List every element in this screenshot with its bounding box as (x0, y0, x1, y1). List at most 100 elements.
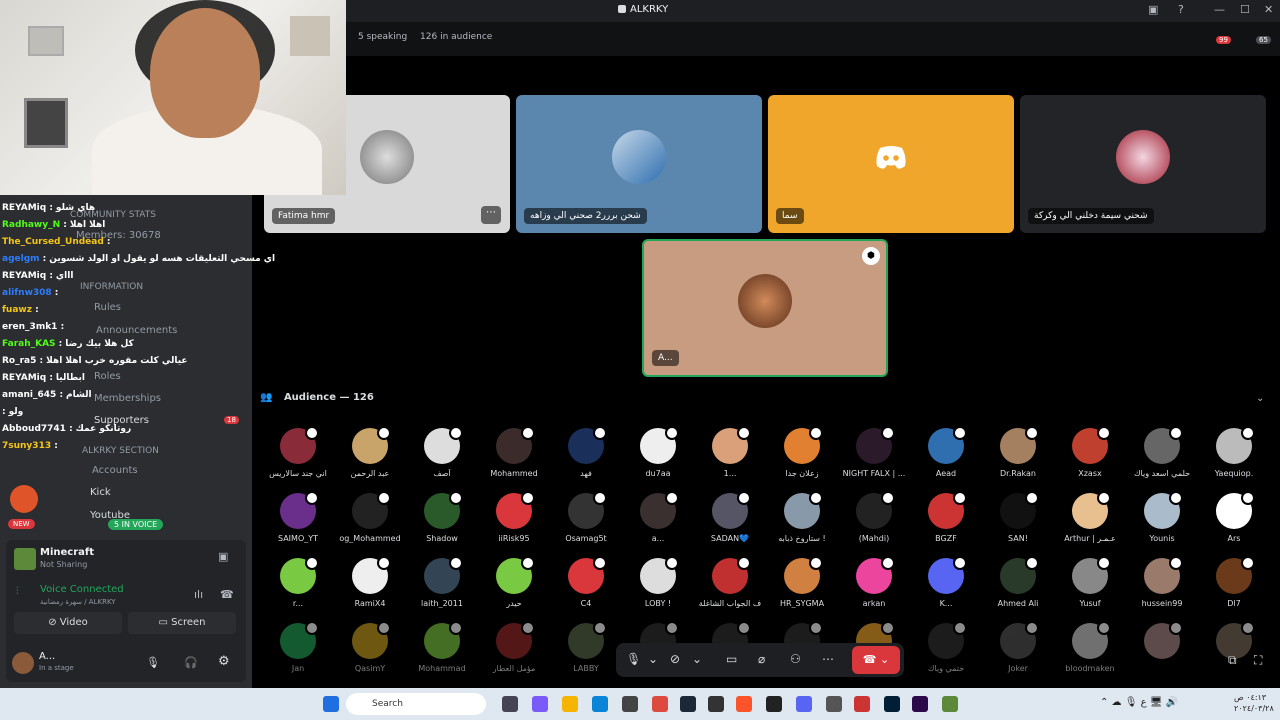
edge-icon[interactable] (592, 696, 608, 712)
channel-announcements[interactable]: Announcements (96, 325, 177, 336)
audience-member[interactable]: LOBY ! (622, 556, 694, 608)
task-view-icon[interactable] (502, 696, 518, 712)
audience-member[interactable]: r... (262, 556, 334, 608)
audience-member[interactable]: مؤمل العطار (478, 621, 550, 673)
inbox-icon[interactable]: ▣ (1148, 3, 1158, 16)
audience-member[interactable]: آصف (406, 426, 478, 478)
audience-member[interactable]: og_Mohammed (334, 491, 406, 543)
audience-member[interactable]: Jan (262, 621, 334, 673)
avatar[interactable] (12, 652, 34, 674)
brave-icon[interactable] (736, 696, 752, 712)
chrome-icon[interactable] (652, 696, 668, 712)
chevron-down-icon[interactable]: ⌄ (648, 652, 658, 666)
speaker-tile[interactable]: سما (768, 95, 1014, 233)
audience-member[interactable]: Aead (910, 426, 982, 478)
audience-member[interactable]: Ahmed Ali (982, 556, 1054, 608)
audience-member[interactable]: Yusuf (1054, 556, 1126, 608)
premiere-icon[interactable] (912, 696, 928, 712)
channel-accounts[interactable]: Accounts (92, 465, 138, 476)
microphone-icon[interactable]: 🎙 (626, 652, 641, 666)
audience-member[interactable]: HR_SYGMA (766, 556, 838, 608)
settings-icon[interactable] (708, 696, 724, 712)
system-tray-icons[interactable]: ⌃ ☁ 🎙 ع 🖥 🔊 (1100, 697, 1178, 708)
channel-kick[interactable]: Kick (90, 487, 111, 498)
share-activity-icon[interactable]: ▣ (218, 550, 228, 563)
photoshop-icon[interactable] (884, 696, 900, 712)
audience-member[interactable]: SAIMO_YT (262, 491, 334, 543)
speaker-tile-active[interactable]: A... ⬢ (642, 239, 888, 377)
capcut-icon[interactable] (766, 696, 782, 712)
help-icon[interactable]: ? (1178, 3, 1184, 16)
audience-member[interactable]: Arthur | عـمـر (1054, 491, 1126, 543)
app-icon[interactable] (854, 696, 870, 712)
audience-member[interactable]: a... (622, 491, 694, 543)
audience-member[interactable]: K... (910, 556, 982, 608)
camera-off-icon[interactable]: ⊘ (670, 652, 680, 666)
in-voice-badge[interactable]: 5 IN VOICE (108, 519, 164, 530)
windows-start-icon[interactable] (323, 696, 339, 712)
audience-member[interactable]: Younis (1126, 491, 1198, 543)
microphone-icon[interactable]: 🎙 (146, 656, 160, 669)
headphones-icon[interactable]: 🎧 (184, 656, 198, 669)
audience-member[interactable]: زعلان جدا (766, 426, 838, 478)
more-options-icon[interactable]: ⋯ (822, 652, 834, 666)
audience-member[interactable]: Mohammad (406, 621, 478, 673)
audience-member[interactable]: Xzasx (1054, 426, 1126, 478)
audience-member[interactable]: BGZF (910, 491, 982, 543)
popout-icon[interactable]: ⧉ (1228, 653, 1237, 668)
obs-icon[interactable] (826, 696, 842, 712)
audience-member[interactable]: فهد (550, 426, 622, 478)
audience-member[interactable]: iiRisk95 (478, 491, 550, 543)
category-alkrky-section[interactable]: ALKRKY SECTION (82, 446, 159, 456)
file-explorer-icon[interactable] (562, 696, 578, 712)
screen-button[interactable]: ▭ Screen (128, 612, 236, 634)
audience-member[interactable]: عبد الرحمن (334, 426, 406, 478)
audience-member[interactable]: ستاروخ ذبابه ! (766, 491, 838, 543)
audience-member[interactable]: ف الجواب الشاغلة (694, 556, 766, 608)
audience-member[interactable] (1126, 621, 1198, 664)
audience-member[interactable]: laith_2011 (406, 556, 478, 608)
more-options-icon[interactable]: ⋯ (481, 206, 501, 224)
noise-suppression-icon[interactable]: ılı (194, 588, 203, 601)
chevron-down-icon[interactable]: ⌄ (692, 652, 702, 666)
taskbar-search[interactable]: Search (346, 693, 486, 715)
audience-member[interactable]: LABBY (550, 621, 622, 673)
voice-channel[interactable]: سهرة رمضانية / ALKRKY (40, 598, 116, 606)
audience-member[interactable]: حيدر (478, 556, 550, 608)
close-icon[interactable]: ✕ (1264, 3, 1273, 16)
audience-member[interactable]: hussein99 (1126, 556, 1198, 608)
settings-icon[interactable]: ⚙ (218, 654, 230, 669)
disconnect-icon[interactable]: ☎ (220, 588, 234, 601)
maximize-icon[interactable]: ☐ (1240, 3, 1250, 16)
audience-member[interactable]: Shadow (406, 491, 478, 543)
video-button[interactable]: ⊘ Video (14, 612, 122, 634)
audience-member[interactable]: (Mahdi) (838, 491, 910, 543)
audience-member[interactable]: Dr.Rakan (982, 426, 1054, 478)
fullscreen-icon[interactable]: ⛶ (1254, 653, 1262, 668)
audience-member[interactable]: Osamag5t (550, 491, 622, 543)
screen-share-icon[interactable]: ▭ (726, 652, 737, 666)
audience-member[interactable]: RamiX4 (334, 556, 406, 608)
audience-member[interactable]: Ars (1198, 491, 1270, 543)
leave-stage-button[interactable]: ☎ ⌄ (852, 646, 900, 674)
speaker-tile[interactable]: شحن بررر2 صحني الي وزاهه (516, 95, 762, 233)
steam-icon[interactable] (680, 696, 696, 712)
server-icon[interactable] (10, 485, 38, 513)
audience-member[interactable]: 1... (694, 426, 766, 478)
audience-member[interactable]: QasimY (334, 621, 406, 673)
channel-memberships[interactable]: Memberships (94, 393, 161, 404)
minimize-icon[interactable]: — (1214, 3, 1225, 16)
audience-member[interactable]: arkan (838, 556, 910, 608)
channel-rules[interactable]: Rules (94, 302, 121, 313)
audience-member[interactable]: du7aa (622, 426, 694, 478)
audience-member[interactable]: اني جند سالاريس (262, 426, 334, 478)
audience-member[interactable]: Dl7 (1198, 556, 1270, 608)
audience-member[interactable]: حلمي اسعد وياك (1126, 426, 1198, 478)
copilot-icon[interactable] (532, 696, 548, 712)
store-icon[interactable] (622, 696, 638, 712)
audience-member[interactable]: C4 (550, 556, 622, 608)
collapse-audience-icon[interactable]: ⌄ (1256, 393, 1264, 404)
clock[interactable]: ٠٤:١٣ ص ٢٠٢٤/٠٣/٢٨ (1234, 692, 1274, 714)
audience-member[interactable]: NIGHT FALX | ... (838, 426, 910, 478)
audience-member[interactable]: SAN! (982, 491, 1054, 543)
